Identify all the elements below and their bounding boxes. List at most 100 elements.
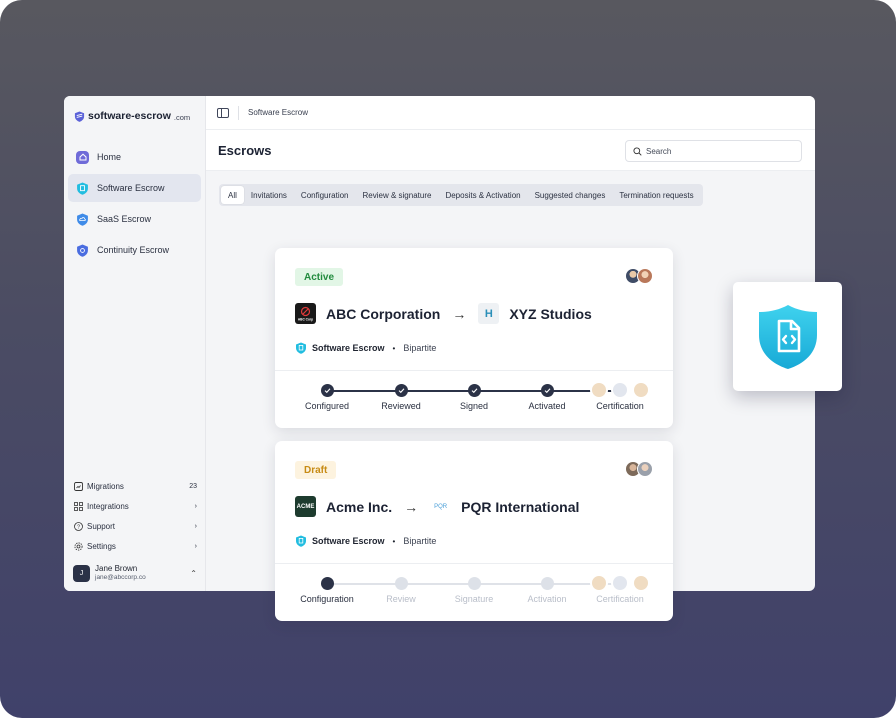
avatar (632, 381, 650, 399)
sidebar-item-label: Migrations (87, 481, 124, 491)
step-reviewed: Reviewed (361, 384, 441, 411)
step-configured: Configured (287, 384, 367, 411)
home-icon (76, 150, 89, 164)
escrow-kind: Bipartite (403, 536, 437, 546)
participant-avatars (625, 268, 653, 284)
from-party-name: Acme Inc. (326, 498, 393, 515)
grid-icon (73, 501, 83, 511)
sidebar-item-label: Integrations (87, 501, 129, 511)
escrow-parties: ACME Acme Inc. → PQR PQR International (295, 496, 579, 517)
brand-logo[interactable]: software-escrow .com (74, 110, 190, 122)
step-label: Reviewed (381, 401, 421, 411)
escrow-meta: Software Escrow • Bipartite (295, 342, 436, 354)
escrow-kind: Bipartite (403, 343, 437, 353)
software-escrow-icon (76, 182, 89, 195)
avatar (611, 574, 629, 592)
step-certification: Certification (580, 381, 660, 411)
sidebar-item-saas-escrow[interactable]: SaaS Escrow (68, 205, 201, 233)
acme-logo: ACME (295, 496, 316, 517)
avatar (632, 574, 650, 592)
arrow-right-icon: → (404, 498, 419, 515)
sidebar-item-settings[interactable]: Settings › (73, 536, 197, 556)
check-icon (394, 384, 408, 397)
sidebar-item-label: Continuity Escrow (97, 245, 170, 255)
escrow-parties: ABC Corp ABC Corporation → H XYZ Studios (295, 303, 592, 324)
brand-domain: .com (173, 112, 191, 122)
step-configuration: Configuration (287, 577, 367, 604)
tab-suggested-changes[interactable]: Suggested changes (528, 186, 613, 204)
abc-corp-logo: ABC Corp (295, 303, 316, 324)
tab-configuration[interactable]: Configuration (294, 186, 356, 204)
from-party-name: ABC Corporation (326, 305, 441, 322)
certifier-avatar-group (590, 381, 650, 399)
check-icon (320, 384, 334, 397)
sidebar-item-label: Software Escrow (97, 183, 165, 193)
sidebar-item-continuity-escrow[interactable]: Continuity Escrow (68, 236, 201, 264)
sidebar: software-escrow .com Home Software Escro… (64, 96, 206, 591)
search-input[interactable]: Search (625, 140, 802, 162)
certifier-avatars (580, 574, 660, 592)
pending-step-dot (540, 577, 554, 590)
avatar: J (73, 564, 90, 582)
avatar (611, 381, 629, 399)
user-menu[interactable]: J Jane Brown jane@abccorp.co ⌃ (73, 564, 197, 582)
check-icon (467, 384, 481, 397)
escrow-type: Software Escrow (312, 343, 385, 353)
avatar (590, 574, 608, 592)
step-label: Activation (527, 594, 567, 604)
migrations-count: 23 (189, 482, 197, 490)
sidebar-item-label: Home (97, 152, 122, 162)
status-badge: Draft (295, 461, 337, 479)
progress-steps: Configuration Review Signature Activatio… (275, 574, 673, 617)
certifier-avatars (580, 381, 660, 399)
chevron-up-down-icon[interactable]: ⌃ (190, 569, 197, 578)
tab-invitations[interactable]: Invitations (244, 186, 294, 204)
progress-steps: Configured Reviewed Signed Activated Cer… (275, 381, 673, 424)
step-signature: Signature (434, 577, 514, 604)
tab-termination-requests[interactable]: Termination requests (612, 186, 700, 204)
escrow-shield-logo-icon (74, 110, 85, 122)
sidebar-bottom-nav: Migrations 23 Integrations › ? Support › (73, 476, 197, 556)
sidebar-item-migrations[interactable]: Migrations 23 (73, 476, 197, 496)
escrow-card[interactable]: Active ABC Corp ABC Corporation → H XYZ … (275, 248, 673, 428)
search-placeholder: Search (646, 146, 672, 156)
sidebar-nav: Home Software Escrow SaaS Escrow Continu… (68, 143, 201, 267)
certifier-avatar-group (590, 574, 650, 592)
cloud-shield-icon (76, 213, 89, 226)
avatar (590, 381, 608, 399)
step-review: Review (361, 577, 441, 604)
escrow-card[interactable]: Draft ACME Acme Inc. → PQR PQR Internati… (275, 441, 673, 621)
sidebar-item-integrations[interactable]: Integrations › (73, 496, 197, 516)
sidebar-toggle-icon[interactable] (217, 107, 229, 118)
separator-dot: • (392, 536, 396, 546)
chevron-right-icon: › (194, 502, 197, 510)
participant-avatars (625, 461, 653, 477)
step-activated: Activated (507, 384, 587, 411)
breadcrumb[interactable]: Software Escrow (248, 108, 308, 117)
sidebar-item-label: Settings (87, 541, 116, 551)
svg-text:?: ? (76, 524, 79, 530)
sidebar-item-home[interactable]: Home (68, 143, 201, 171)
xyz-studios-logo: H (478, 303, 500, 324)
separator-dot: • (392, 343, 396, 353)
step-label: Certification (596, 401, 644, 411)
continuity-shield-icon (76, 244, 89, 257)
tab-review-signature[interactable]: Review & signature (356, 186, 439, 204)
step-signed: Signed (434, 384, 514, 411)
pending-step-dot (467, 577, 481, 590)
sidebar-item-support[interactable]: ? Support › (73, 516, 197, 536)
step-label: Signature (454, 594, 494, 604)
tab-all[interactable]: All (221, 186, 244, 204)
software-escrow-icon (296, 342, 306, 354)
sidebar-item-software-escrow[interactable]: Software Escrow (68, 174, 201, 202)
arrow-right-icon: → (452, 305, 467, 322)
tab-deposits-activation[interactable]: Deposits & Activation (438, 186, 527, 204)
search-icon (633, 146, 642, 156)
escrow-type: Software Escrow (312, 536, 385, 546)
brand-name: software-escrow (88, 110, 171, 122)
pqr-logo: PQR (430, 496, 452, 517)
divider (275, 370, 673, 371)
pending-step-dot (394, 577, 408, 590)
step-label: Certification (596, 594, 644, 604)
check-icon (540, 384, 554, 397)
